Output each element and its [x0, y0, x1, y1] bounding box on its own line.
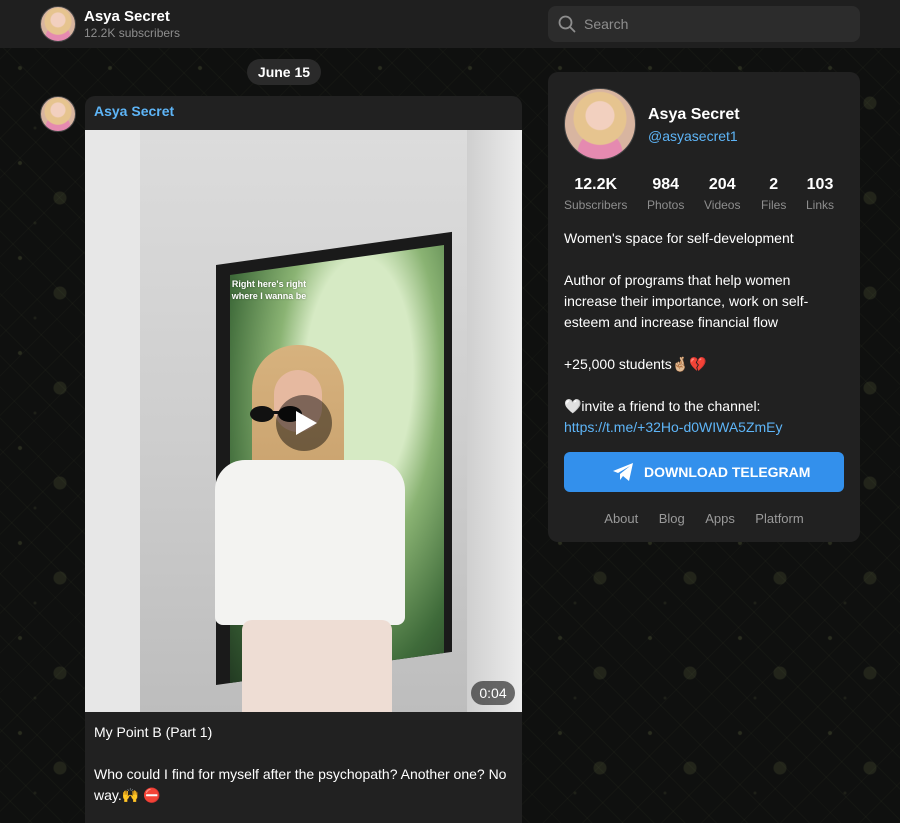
- download-telegram-button[interactable]: DOWNLOAD TELEGRAM: [564, 452, 844, 492]
- channel-title[interactable]: Asya Secret: [84, 8, 170, 25]
- channel-avatar[interactable]: [40, 6, 76, 42]
- video-blur-left: [85, 130, 140, 712]
- stat-subscribers: 12.2K Subscribers: [564, 176, 627, 212]
- post-text: My Point B (Part 1) Who could I find for…: [94, 722, 514, 823]
- channel-post: Asya Secret Right here's right where I w…: [85, 96, 522, 823]
- description-line: Author of programs that help women incre…: [564, 272, 809, 330]
- stat-value: 103: [806, 176, 834, 193]
- stat-value: 2: [769, 176, 779, 193]
- invite-link[interactable]: https://t.me/+32Ho-d0WIWA5ZmEy: [564, 419, 783, 435]
- search-box[interactable]: [548, 6, 860, 42]
- person-shirt: [215, 460, 405, 625]
- telegram-plane-icon: [613, 463, 633, 481]
- channel-card-name: Asya Secret: [648, 106, 740, 123]
- video-overlay-text: Right here's right where I wanna be: [231, 279, 307, 301]
- play-icon: [296, 411, 317, 435]
- top-bar: Asya Secret 12.2K subscribers: [0, 0, 900, 48]
- post-avatar[interactable]: [40, 96, 76, 132]
- video-duration: 0:04: [471, 681, 515, 705]
- post-body: Who could I find for myself after the ps…: [94, 766, 507, 803]
- channel-handle[interactable]: @asyasecret1: [648, 128, 738, 144]
- description-line: +25,000 students🤞🏼💔: [564, 356, 707, 372]
- stat-files[interactable]: 2 Files: [761, 176, 786, 212]
- stat-value: 984: [652, 176, 680, 193]
- stat-label: Photos: [647, 198, 685, 212]
- footer-link-blog[interactable]: Blog: [659, 511, 685, 526]
- stat-videos[interactable]: 204 Videos: [704, 176, 740, 212]
- channel-stats: 12.2K Subscribers 984 Photos 204 Videos …: [564, 176, 844, 216]
- search-icon: [558, 15, 576, 33]
- stat-label: Subscribers: [564, 198, 628, 212]
- stat-value: 12.2K: [574, 176, 618, 193]
- stat-label: Videos: [704, 198, 741, 212]
- date-separator: June 15: [247, 59, 321, 85]
- video-player[interactable]: Right here's right where I wanna be 0:04: [85, 130, 522, 712]
- footer-links: About Blog Apps Platform: [548, 510, 860, 528]
- footer-link-platform[interactable]: Platform: [755, 511, 803, 526]
- footer-link-apps[interactable]: Apps: [705, 511, 735, 526]
- stat-value: 204: [708, 176, 736, 193]
- subscriber-count: 12.2K subscribers: [84, 26, 181, 40]
- person-pants: [242, 620, 392, 712]
- post-author[interactable]: Asya Secret: [94, 103, 174, 119]
- post-title: My Point B (Part 1): [94, 724, 213, 740]
- download-button-label: DOWNLOAD TELEGRAM: [644, 464, 811, 480]
- stat-photos[interactable]: 984 Photos: [647, 176, 684, 212]
- stat-links[interactable]: 103 Links: [806, 176, 834, 212]
- description-line: 🤍invite a friend to the channel:: [564, 398, 761, 414]
- play-button[interactable]: [276, 395, 332, 451]
- channel-description: Women's space for self-development Autho…: [564, 228, 846, 438]
- channel-info-card: Asya Secret @asyasecret1 12.2K Subscribe…: [548, 72, 860, 542]
- description-line: Women's space for self-development: [564, 230, 794, 246]
- stat-label: Files: [761, 198, 787, 212]
- search-input[interactable]: [584, 6, 850, 42]
- channel-card-avatar: [564, 88, 636, 160]
- video-blur-right: [467, 130, 522, 712]
- stat-label: Links: [806, 198, 835, 212]
- footer-link-about[interactable]: About: [604, 511, 638, 526]
